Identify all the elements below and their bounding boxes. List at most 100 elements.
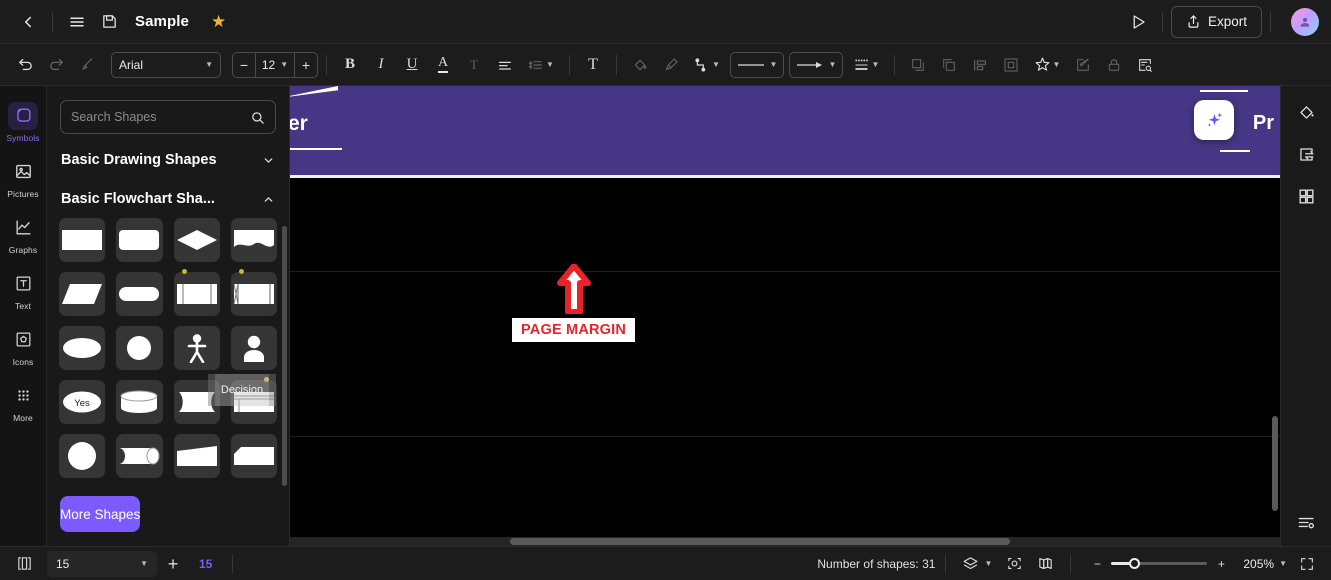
map-view-button[interactable] [1031, 551, 1060, 577]
group-objects-button[interactable] [996, 50, 1026, 80]
send-to-back-button[interactable] [934, 50, 964, 80]
text-box-label: T [588, 55, 598, 73]
shape-card[interactable] [230, 434, 277, 478]
find-replace-button[interactable] [1130, 50, 1160, 80]
page-margin-marker[interactable]: PAGE MARGIN [512, 264, 636, 342]
shape-multi-document[interactable] [230, 377, 277, 424]
line-style-select[interactable]: ▼ [730, 51, 784, 78]
page-panel-toggle[interactable] [10, 551, 39, 577]
more-shapes-button[interactable]: More Shapes [60, 496, 141, 532]
shape-process-rectangle[interactable] [59, 218, 106, 262]
search-input[interactable] [71, 110, 244, 124]
fill-color-button[interactable] [625, 50, 655, 80]
shape-tape[interactable] [116, 434, 163, 478]
italic-button[interactable]: I [366, 50, 396, 80]
shape-actor-person[interactable] [173, 326, 220, 370]
line-color-button[interactable] [656, 50, 686, 80]
export-button[interactable]: Export [1170, 5, 1262, 38]
font-color-button[interactable]: A [428, 50, 458, 80]
shape-decision-diamond[interactable] [173, 218, 220, 262]
canvas[interactable]: er Pr PAGE MARGIN [290, 86, 1280, 546]
zoom-slider-handle[interactable] [1129, 558, 1141, 569]
layers-button[interactable]: ▼ [956, 551, 998, 577]
shape-yes-ellipse[interactable]: Yes [59, 380, 106, 424]
current-page-indicator[interactable]: 15 [189, 557, 222, 571]
zoom-slider-track[interactable] [1111, 558, 1208, 569]
focus-button[interactable] [1000, 551, 1029, 577]
shape-circle-solid[interactable] [59, 434, 106, 478]
shape-ellipse-connector[interactable] [59, 326, 106, 370]
canvas-horizontal-scroll-track[interactable] [290, 537, 1280, 546]
shape-user-avatar[interactable] [230, 326, 277, 370]
save-button[interactable] [93, 6, 125, 38]
replace-tool-button[interactable] [1290, 138, 1322, 170]
section-basic-flowchart-shapes[interactable]: Basic Flowchart Sha... [47, 179, 289, 218]
present-button[interactable] [1122, 6, 1154, 38]
favorite-star-icon[interactable]: ★ [211, 13, 226, 30]
underline-button[interactable]: U [397, 50, 427, 80]
page-select[interactable]: 15 ▼ [47, 550, 157, 577]
symbols-icon [8, 101, 38, 130]
shape-document-wave[interactable] [230, 218, 277, 262]
edit-button[interactable] [1068, 50, 1098, 80]
effects-button[interactable]: ▼ [1027, 50, 1067, 80]
connector-button[interactable]: ▼ [687, 50, 727, 80]
font-size-value-wrap[interactable]: 12 ▼ [255, 52, 295, 77]
export-label: Export [1207, 14, 1247, 29]
line-spacing-button[interactable]: ▼ [521, 50, 561, 80]
section-basic-drawing-shapes[interactable]: Basic Drawing Shapes [47, 140, 289, 179]
shape-internal-storage[interactable] [230, 269, 277, 316]
bring-to-front-button[interactable] [903, 50, 933, 80]
canvas-vertical-scrollbar[interactable] [1272, 416, 1278, 511]
sidebar-item-text[interactable]: Text [0, 263, 47, 317]
redo-button[interactable] [41, 50, 71, 80]
add-page-button[interactable]: + [159, 551, 187, 577]
canvas-horizontal-scrollbar[interactable] [510, 538, 1010, 545]
font-family-select[interactable]: Arial ▼ [111, 51, 221, 78]
text-box-button[interactable]: T [578, 50, 608, 80]
font-size-decrease[interactable]: − [233, 53, 255, 77]
shape-predefined-process[interactable] [173, 269, 220, 316]
sidebar-item-icons[interactable]: Icons [0, 319, 47, 373]
canvas-banner[interactable]: er Pr [290, 86, 1280, 178]
shape-rounded-rectangle[interactable] [116, 218, 163, 262]
bold-button[interactable]: B [335, 50, 365, 80]
zoom-level-select[interactable]: 205% ▼ [1239, 557, 1291, 571]
shape-document-curve[interactable] [173, 380, 220, 424]
strikethrough-button[interactable]: T [459, 50, 489, 80]
shape-trapezoid-skew[interactable] [173, 434, 220, 478]
arrow-style-select[interactable]: ▼ [789, 51, 843, 78]
text-align-button[interactable] [490, 50, 520, 80]
shape-circle-connector[interactable] [116, 326, 163, 370]
settings-tool-button[interactable] [1290, 506, 1322, 538]
shape-data-parallelogram[interactable] [59, 272, 106, 316]
line-weight-button[interactable]: ▼ [846, 50, 886, 80]
user-avatar[interactable] [1291, 7, 1319, 36]
zoom-out-button[interactable]: − [1083, 551, 1111, 577]
menu-button[interactable] [61, 6, 93, 38]
ai-assistant-button[interactable] [1194, 100, 1234, 140]
font-size-increase[interactable]: + [295, 53, 317, 77]
align-objects-button[interactable] [965, 50, 995, 80]
shape-database-cylinder[interactable] [116, 380, 163, 424]
sidebar-item-pictures[interactable]: Pictures [0, 151, 47, 205]
panel-scrollbar[interactable] [282, 226, 287, 486]
fullscreen-icon [1299, 556, 1315, 572]
back-button[interactable] [12, 6, 44, 38]
shape-terminator-stadium[interactable] [116, 272, 163, 316]
sidebar-item-more[interactable]: More [0, 375, 47, 429]
connection-dot [238, 269, 244, 274]
zoom-in-button[interactable]: + [1207, 551, 1235, 577]
search-box[interactable] [60, 100, 276, 134]
shape-scroll-area[interactable]: Yes [47, 218, 289, 486]
format-painter-button[interactable] [72, 50, 102, 80]
sidebar-item-graphs[interactable]: Graphs [0, 207, 47, 261]
lock-button[interactable] [1099, 50, 1129, 80]
divider [1270, 11, 1271, 32]
sidebar-item-symbols[interactable]: Symbols [0, 95, 47, 149]
fill-tool-button[interactable] [1290, 96, 1322, 128]
grid-tool-button[interactable] [1290, 180, 1322, 212]
fullscreen-button[interactable] [1293, 551, 1321, 577]
search-icon[interactable] [250, 110, 265, 125]
undo-button[interactable] [10, 50, 40, 80]
